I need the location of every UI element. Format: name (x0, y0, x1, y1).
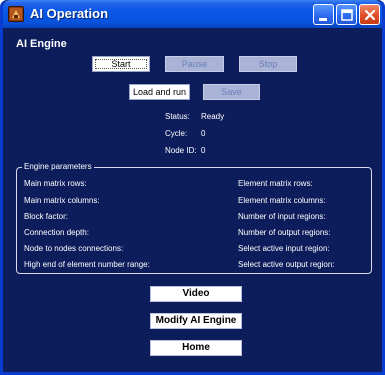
window-title: AI Operation (30, 6, 109, 21)
title-bar[interactable]: AI Operation (3, 0, 382, 28)
cycle-value: 0 (201, 129, 206, 138)
close-icon (364, 9, 376, 21)
param-node-connections: Node to nodes connections: (24, 244, 124, 253)
modify-ai-engine-button[interactable]: Modify AI Engine (150, 313, 242, 329)
param-active-output-region: Select active output region: (238, 260, 335, 269)
status-value: Ready (201, 112, 225, 121)
cycle-label: Cycle: (165, 129, 188, 138)
param-output-regions: Number of output regions: (238, 228, 331, 237)
pause-button[interactable]: Pause (165, 56, 224, 72)
param-block-factor: Block factor: (24, 212, 69, 221)
param-main-matrix-rows: Main matrix rows: (24, 179, 87, 188)
param-element-number-range: High end of element number range: (24, 260, 150, 269)
node-id-label: Node ID: (165, 146, 197, 155)
minimize-button[interactable] (313, 4, 334, 25)
maximize-button[interactable] (336, 4, 357, 25)
engine-parameters-legend: Engine parameters (22, 162, 94, 171)
param-element-matrix-rows: Element matrix rows: (238, 179, 313, 188)
maximize-icon (341, 9, 353, 21)
main-window: AI Operation AI Engine Start Pause Stop … (0, 0, 385, 375)
param-active-input-region: Select active input region: (238, 244, 330, 253)
close-button[interactable] (359, 4, 380, 25)
status-label: Status: (165, 112, 190, 121)
param-connection-depth: Connection depth: (24, 228, 89, 237)
param-element-matrix-columns: Element matrix columns: (238, 196, 326, 205)
param-input-regions: Number of input regions: (238, 212, 326, 221)
load-and-run-button[interactable]: Load and run (129, 84, 190, 100)
param-main-matrix-columns: Main matrix columns: (24, 196, 100, 205)
node-id-value: 0 (201, 146, 206, 155)
video-button[interactable]: Video (150, 286, 242, 302)
home-button[interactable]: Home (150, 340, 242, 356)
start-button[interactable]: Start (92, 56, 150, 72)
minimize-icon (319, 18, 327, 21)
app-icon[interactable] (8, 6, 24, 22)
stop-button[interactable]: Stop (239, 56, 297, 72)
save-button[interactable]: Save (203, 84, 260, 100)
page-title: AI Engine (16, 38, 67, 50)
